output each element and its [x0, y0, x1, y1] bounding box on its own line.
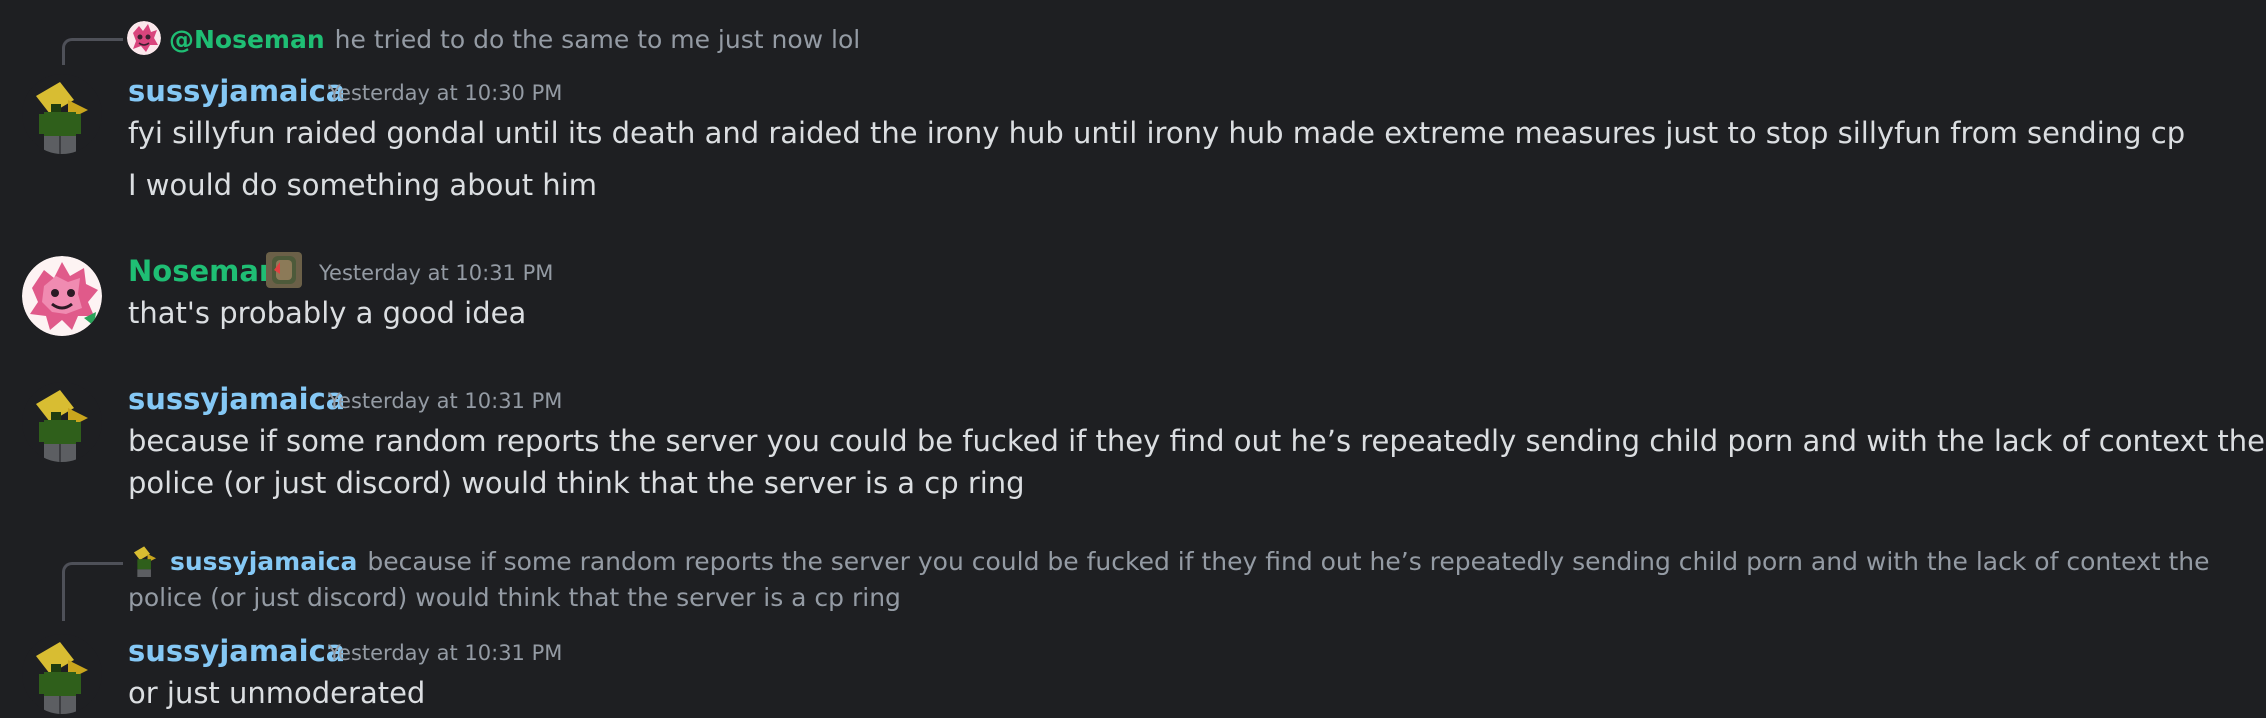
reply-connector [62, 562, 123, 621]
avatar [128, 543, 162, 577]
message-text: because if some random reports the serve… [128, 424, 2265, 500]
message-text: or just unmoderated [128, 676, 426, 710]
reply-text[interactable]: he tried to do the same to me just now l… [335, 25, 861, 54]
message-author[interactable]: Noseman [128, 252, 280, 290]
role-badge-icon[interactable] [266, 252, 302, 288]
reply-text[interactable]: because if some random reports the serve… [128, 547, 2210, 612]
reply-connector [62, 38, 123, 65]
message-text: that's probably a good idea [128, 296, 527, 330]
avatar[interactable] [22, 256, 102, 336]
avatar[interactable] [22, 382, 102, 462]
reply-author[interactable]: @Noseman [169, 25, 325, 54]
message-author[interactable]: sussyjamaica [128, 380, 345, 418]
message-timestamp: Yesterday at 10:31 PM [328, 389, 563, 413]
message-text: fyi sillyfun raided gondal until its dea… [128, 116, 2186, 150]
avatar[interactable] [22, 74, 102, 154]
chat-log: @Noseman he tried to do the same to me ju… [0, 0, 2266, 718]
message-author[interactable]: sussyjamaica [128, 632, 345, 670]
avatar[interactable] [22, 634, 102, 714]
reply-author[interactable]: sussyjamaica [170, 547, 357, 576]
message-text: I would do something about him [128, 168, 597, 202]
reply-preview[interactable]: sussyjamaica because if some random repor… [128, 543, 2248, 616]
message-timestamp: Yesterday at 10:31 PM [319, 261, 554, 285]
reply-preview[interactable]: @Noseman he tried to do the same to me ju… [127, 21, 861, 58]
message-timestamp: Yesterday at 10:31 PM [328, 641, 563, 665]
avatar [127, 21, 161, 55]
message-timestamp: Yesterday at 10:30 PM [328, 81, 563, 105]
message-author[interactable]: sussyjamaica [128, 72, 345, 110]
